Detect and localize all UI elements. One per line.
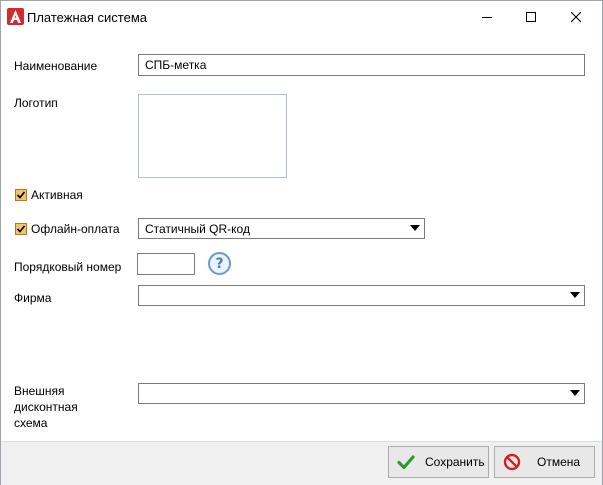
chevron-down-icon [410,225,420,231]
firm-select[interactable] [138,285,585,306]
offline-checkbox[interactable] [15,223,27,235]
chevron-down-icon [570,390,580,396]
order-number-label: Порядковый номер [14,260,122,274]
discount-label-line3: схема [14,416,48,430]
discount-label-line1: Внешняя [14,384,65,398]
cancel-icon [503,453,521,471]
discount-label-line2: дисконтная [14,400,78,414]
checkmark-small-icon [16,225,26,233]
minimize-button[interactable] [464,1,510,33]
cancel-button[interactable]: Отмена [494,446,595,478]
payment-system-dialog: Платежная система Наименование Логотип А… [0,0,603,485]
offline-label: Офлайн-оплата [31,222,120,236]
order-number-input[interactable] [137,253,195,275]
active-label: Активная [31,188,83,202]
logo-label: Логотип [14,96,58,110]
title-bar[interactable]: Платежная система [1,1,602,34]
name-label: Наименование [14,59,98,73]
window-title: Платежная система [27,10,147,25]
chevron-down-icon [570,292,580,298]
app-logo-a-icon [7,8,24,25]
name-input[interactable] [138,54,585,76]
checkmark-icon [397,455,415,470]
logo-image-box[interactable] [138,94,287,178]
offline-type-value: Статичный QR-код [145,222,250,236]
cancel-label: Отмена [537,455,581,469]
maximize-icon [526,12,536,22]
firm-label: Фирма [14,291,52,305]
save-button[interactable]: Сохранить [388,446,489,478]
active-checkbox[interactable] [15,189,27,201]
save-label: Сохранить [425,455,485,469]
minimize-icon [482,17,492,18]
close-button[interactable] [553,1,599,33]
close-icon [571,12,581,22]
offline-type-select[interactable]: Статичный QR-код [138,218,425,239]
discount-scheme-select[interactable] [138,383,585,404]
checkmark-small-icon [16,191,26,199]
help-question-icon[interactable]: ? [208,252,231,275]
dialog-footer: Сохранить Отмена [1,441,602,485]
maximize-button[interactable] [508,1,554,33]
